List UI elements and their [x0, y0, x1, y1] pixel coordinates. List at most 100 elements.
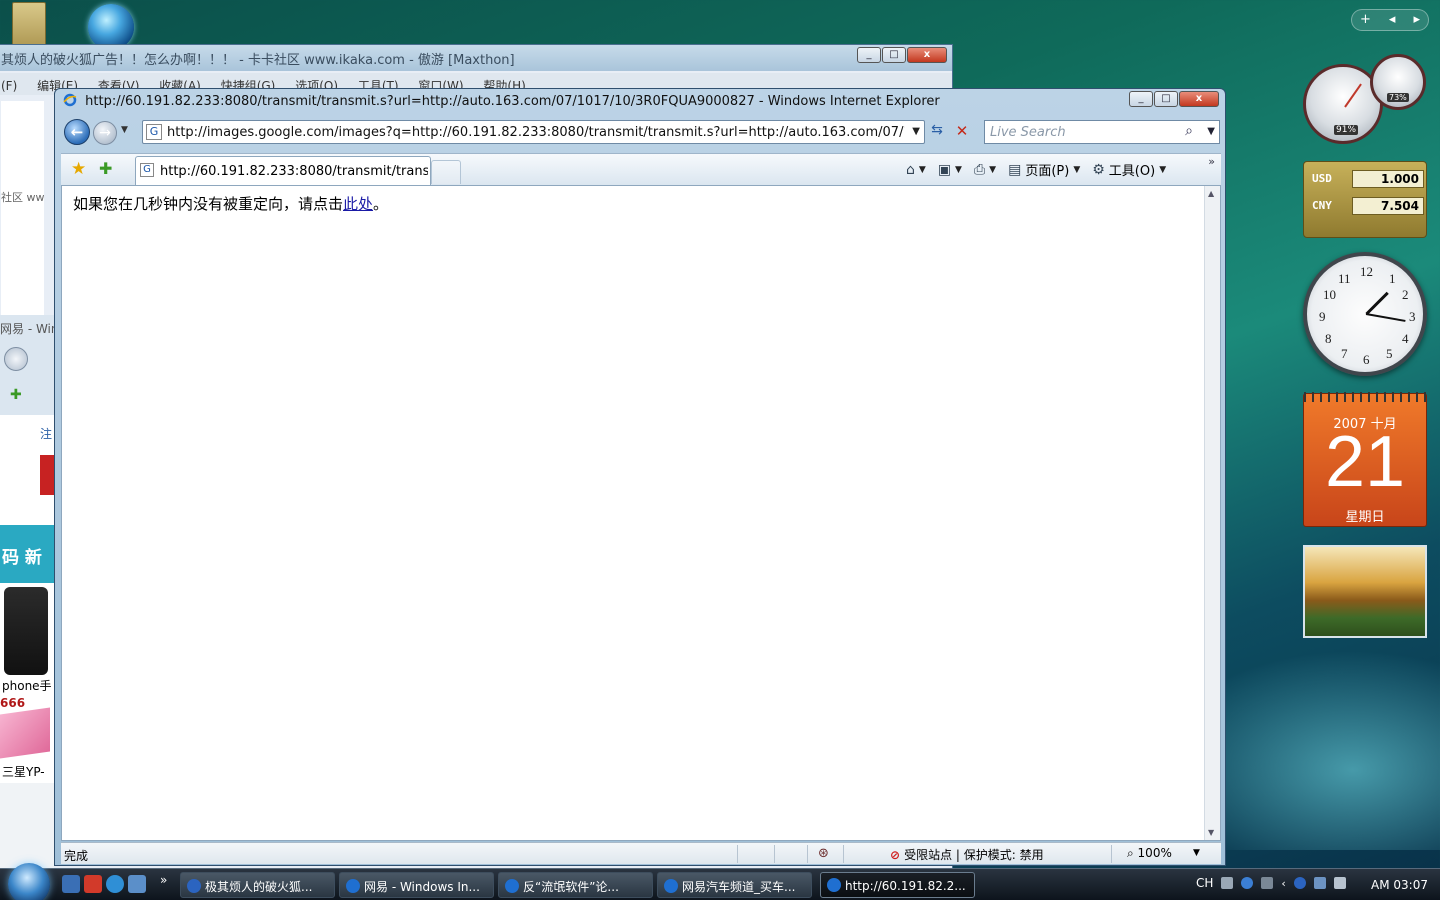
taskbar-button-label: 反“流氓软件”论...: [523, 880, 619, 894]
redirect-message: 如果您在几秒钟内没有被重定向，请点击此处。: [73, 193, 388, 214]
show-desktop-icon[interactable]: [62, 875, 80, 893]
taskbar-button-label: 网易汽车频道_买车...: [682, 880, 796, 894]
close-button[interactable]: x: [1179, 91, 1219, 107]
product-samsung-label[interactable]: 三星YP-: [2, 763, 45, 780]
taskbar-clock[interactable]: AM 03:07: [1371, 878, 1428, 892]
tools-menu[interactable]: 工具(O): [1109, 160, 1155, 179]
ie-quicklaunch-icon[interactable]: [106, 875, 124, 893]
refresh-button[interactable]: ⇆: [927, 122, 947, 142]
clock-number: 3: [1409, 309, 1416, 324]
calendar-rings: [1304, 392, 1426, 402]
clock-gadget[interactable]: 12 1 2 3 4 5 6 7 8 9 10 11: [1303, 252, 1427, 376]
taskbar-button-netease[interactable]: 网易 - Windows In...: [339, 872, 494, 898]
app-icon[interactable]: [84, 875, 102, 893]
tools-dropdown[interactable]: ▼: [1159, 165, 1166, 175]
currency-code[interactable]: CNY: [1312, 199, 1332, 212]
privacy-icon[interactable]: ⊛: [818, 846, 829, 861]
prev-gadget-button[interactable]: ◂: [1389, 12, 1396, 28]
currency-value[interactable]: 7.504: [1352, 197, 1424, 215]
quick-launch-more[interactable]: »: [160, 873, 167, 887]
switch-windows-icon[interactable]: [128, 875, 146, 893]
home-icon[interactable]: ⌂: [906, 162, 915, 178]
currency-value[interactable]: 1.000: [1352, 170, 1424, 188]
recent-pages-dropdown[interactable]: ▼: [121, 125, 128, 135]
scroll-up-icon[interactable]: ▲: [1208, 189, 1214, 198]
ie-logo-icon: [63, 93, 77, 107]
currency-row: USD 1.000: [1312, 170, 1424, 190]
page-menu[interactable]: 页面(P): [1025, 160, 1069, 179]
zoom-control[interactable]: ⌕ 100%: [1127, 846, 1172, 861]
search-options-dropdown[interactable]: ▼: [1207, 126, 1215, 137]
print-icon[interactable]: ⎙: [974, 162, 985, 178]
product-phone-label[interactable]: phone手: [2, 677, 52, 694]
maximize-button[interactable]: □: [882, 47, 906, 63]
favorites-center-icon[interactable]: ★: [71, 159, 86, 179]
security-zone[interactable]: ⊘ 受限站点 | 保护模式: 禁用: [890, 846, 1044, 863]
address-dropdown[interactable]: ▼: [912, 126, 920, 137]
taskbar-button-maxthon[interactable]: 极其烦人的破火狐...: [180, 872, 335, 898]
google-favicon-icon: G: [146, 124, 162, 140]
keyboard-icon[interactable]: [1221, 877, 1234, 889]
language-indicator[interactable]: CH: [1196, 876, 1213, 890]
add-favorite-icon[interactable]: ✚: [10, 387, 22, 403]
maxthon-tray-icon[interactable]: [1293, 877, 1306, 889]
desktop-folder-icon[interactable]: [12, 2, 46, 46]
clock-number: 1: [1389, 271, 1396, 286]
currency-code[interactable]: USD: [1312, 172, 1332, 185]
left-bottom-fragment: [0, 783, 54, 868]
address-url[interactable]: http://images.google.com/images?q=http:/…: [167, 125, 905, 140]
start-button[interactable]: [8, 863, 50, 900]
search-icon[interactable]: ⌕: [1185, 123, 1193, 139]
minimize-button[interactable]: _: [857, 47, 881, 63]
maxthon-window-controls: _ □ x: [857, 47, 947, 63]
chevron-left-icon[interactable]: ‹: [1281, 877, 1285, 890]
menu-file[interactable]: (F): [1, 79, 17, 93]
scroll-down-icon[interactable]: ▼: [1208, 828, 1214, 837]
forward-button[interactable]: →: [93, 121, 117, 145]
calendar-gadget[interactable]: 2007 十月 21 星期日: [1303, 392, 1427, 527]
redirect-link[interactable]: 此处: [343, 195, 373, 213]
zoom-dropdown[interactable]: ▼: [1193, 848, 1200, 858]
address-bar[interactable]: G http://images.google.com/images?q=http…: [142, 120, 925, 144]
status-divider: [843, 845, 844, 863]
memory-meter-gadget[interactable]: 73%: [1370, 54, 1426, 110]
taskbar-button-auto[interactable]: 网易汽车频道_买车...: [657, 872, 812, 898]
help-icon[interactable]: [1241, 877, 1254, 889]
search-box[interactable]: Live Search ⌕ ▼: [984, 120, 1220, 144]
sidebar-controls: + ◂ ▸: [1351, 9, 1429, 31]
currency-gadget[interactable]: USD 1.000 CNY 7.504: [1303, 161, 1427, 238]
add-to-favorites-icon[interactable]: ✚: [99, 159, 112, 178]
slideshow-gadget[interactable]: [1303, 545, 1427, 638]
print-dropdown[interactable]: ▼: [989, 165, 996, 175]
chevron-more-icon[interactable]: »: [1208, 155, 1215, 168]
maximize-button[interactable]: □: [1154, 91, 1178, 107]
stop-button[interactable]: ✕: [952, 122, 972, 142]
network-icon[interactable]: [1313, 877, 1326, 889]
ie-window[interactable]: http://60.191.82.233:8080/transmit/trans…: [54, 88, 1226, 866]
ie-title-text: http://60.191.82.233:8080/transmit/trans…: [85, 94, 940, 109]
feeds-icon[interactable]: ▣: [938, 162, 951, 178]
taskbar-button-label: 网易 - Windows In...: [364, 880, 480, 894]
taskbar-button-current[interactable]: http://60.191.82.2...: [820, 872, 975, 898]
tab-current[interactable]: G http://60.191.82.233:8080/transmit/tra…: [135, 156, 431, 186]
netease-window-fragment[interactable]: 网易 - Win ✚: [0, 315, 59, 415]
new-tab-button[interactable]: [431, 160, 461, 184]
ime-icon[interactable]: [1261, 877, 1274, 889]
quick-launch: [62, 875, 146, 893]
minimize-button[interactable]: _: [1129, 91, 1153, 107]
page-dropdown[interactable]: ▼: [1073, 165, 1080, 175]
add-gadget-button[interactable]: +: [1360, 12, 1371, 28]
search-input[interactable]: Live Search: [990, 125, 1066, 140]
close-button[interactable]: x: [907, 47, 947, 63]
feeds-dropdown[interactable]: ▼: [955, 165, 962, 175]
cpu-needle: [1344, 83, 1362, 108]
command-tools: ⌂ ▼ ▣ ▼ ⎙ ▼ ▤ 页面(P) ▼ ⚙ 工具(O) ▼: [906, 160, 1174, 180]
home-dropdown[interactable]: ▼: [919, 165, 926, 175]
next-gadget-button[interactable]: ▸: [1413, 12, 1420, 28]
forward-icon[interactable]: [4, 347, 28, 371]
redirect-text: 如果您在几秒钟内没有被重定向，请点击: [73, 195, 344, 213]
back-button[interactable]: ←: [64, 119, 90, 145]
taskbar-button-forum[interactable]: 反“流氓软件”论...: [498, 872, 653, 898]
vertical-scrollbar[interactable]: ▲ ▼: [1204, 186, 1220, 840]
volume-icon[interactable]: [1333, 877, 1346, 889]
